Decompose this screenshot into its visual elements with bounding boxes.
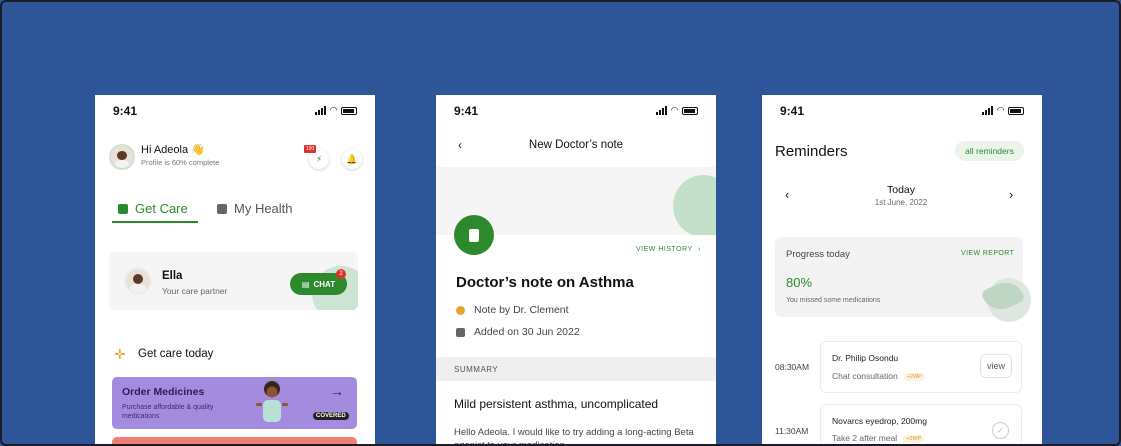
order-medicines-title: Order Medicines: [122, 386, 205, 398]
heart-decoration: [673, 175, 716, 235]
signal-icon: [656, 106, 668, 115]
care-partner-name: Ella: [162, 270, 183, 282]
clipboard-icon: [454, 215, 494, 255]
date-subtitle: 1st June, 2022: [874, 198, 928, 207]
chevron-right-icon: ›: [698, 246, 701, 253]
reminder-subtitle: Take 2 after meal: [832, 433, 898, 443]
medicine-jar-icon: [118, 203, 128, 214]
diagnosis: Mild persistent asthma, uncomplicated: [454, 397, 659, 411]
summary-section-header: SUMMARY: [436, 357, 716, 381]
order-medicines-card[interactable]: Order Medicines Purchase affordable & qu…: [112, 377, 357, 429]
bell-icon: 🔔: [346, 153, 358, 164]
medical-kit-icon: [217, 203, 227, 214]
tab-get-care[interactable]: Get Care: [118, 201, 188, 216]
signal-icon: [315, 106, 327, 115]
signal-icon: [982, 106, 994, 115]
view-reminder-button[interactable]: view: [980, 354, 1012, 378]
section-title: Get care today: [138, 348, 214, 360]
reminder-time: 11:30AM: [775, 426, 809, 436]
status-time: 9:41: [780, 104, 805, 118]
home-screen: 9:41 ◠ Hi Adeola 👋 Profile is 60% comple…: [95, 95, 375, 446]
calendar-icon: [456, 327, 465, 337]
reminder-subtitle: Chat consultation: [832, 371, 898, 381]
tab-my-health[interactable]: My Health: [217, 201, 293, 216]
reminder-title: Novarcs eyedrop, 200mg: [832, 416, 927, 426]
view-history-label: VIEW HISTORY: [636, 246, 693, 253]
view-history-link[interactable]: VIEW HISTORY ›: [636, 246, 701, 253]
doctor-avatar-icon: [456, 305, 465, 315]
status-bar: 9:41 ◠: [780, 104, 1024, 118]
care-partner-avatar: [124, 267, 152, 295]
all-reminders-button[interactable]: all reminders: [955, 141, 1024, 161]
reminder-card[interactable]: Novarcs eyedrop, 200mg Take 2 after meal…: [820, 404, 1022, 446]
reminders-screen: 9:41 ◠ Reminders all reminders ‹ Today 1…: [762, 95, 1042, 446]
view-report-link[interactable]: VIEW REPORT: [961, 250, 1014, 257]
note-author: Note by Dr. Clement: [474, 304, 569, 316]
battery-icon: [341, 106, 357, 115]
next-day-chevron-icon[interactable]: ›: [1009, 187, 1013, 202]
notification-count-badge: 100: [304, 145, 316, 153]
chat-bubble-icon: ▤: [301, 279, 310, 289]
check-icon[interactable]: ✓: [992, 422, 1009, 439]
note-date-row: Added on 30 Jun 2022: [456, 326, 580, 338]
date-title: Today: [886, 184, 916, 196]
battery-icon: [682, 106, 698, 115]
tab-get-care-label: Get Care: [135, 201, 188, 216]
care-partner-role: Your care partner: [162, 286, 228, 296]
progress-label: Progress today: [786, 249, 850, 260]
reminder-subtitle-row: Take 2 after meal +2WP: [832, 433, 925, 443]
pharmacist-illustration: [256, 381, 288, 422]
order-medicines-subtitle: Purchase affordable & quality medication…: [122, 404, 214, 420]
header-title: New Doctor’s note: [528, 139, 624, 151]
tab-my-health-label: My Health: [234, 201, 293, 216]
wifi-icon: ◠: [997, 105, 1004, 115]
progress-value: 80%: [786, 275, 813, 290]
wifi-icon: ◠: [330, 105, 337, 115]
note-body: Hello Adeola. I would like to try adding…: [454, 427, 694, 446]
active-tab-indicator: [112, 221, 198, 223]
doctors-note-screen: 9:41 ◠ ‹ New Doctor’s note VIEW HISTORY …: [436, 95, 716, 446]
greeting: Hi Adeola 👋: [141, 144, 205, 156]
reminder-tag: +2WP: [903, 372, 925, 381]
status-bar: 9:41 ◠: [454, 104, 698, 118]
reminder-title: Dr. Philip Osondu: [832, 353, 899, 363]
summary-label: SUMMARY: [454, 365, 499, 374]
leaf-icon: ⚡: [315, 153, 323, 164]
reminder-time: 08:30AM: [775, 362, 810, 372]
battery-icon: [1008, 106, 1024, 115]
notifications-button[interactable]: 🔔: [342, 149, 362, 169]
chat-unread-badge: 2: [336, 269, 346, 279]
note-title: Doctor’s note on Asthma: [456, 274, 634, 291]
note-date: Added on 30 Jun 2022: [474, 326, 580, 338]
status-bar: 9:41 ◠: [113, 104, 357, 118]
sparkle-icon: ✛: [114, 346, 126, 362]
arrow-right-icon: →: [330, 383, 344, 399]
user-avatar[interactable]: [109, 144, 135, 170]
status-time: 9:41: [454, 104, 479, 118]
covered-badge: COVERED: [313, 412, 349, 420]
reminder-subtitle-row: Chat consultation +2WP: [832, 371, 925, 381]
status-time: 9:41: [113, 104, 138, 118]
reminder-tag: +2WP: [903, 434, 925, 443]
next-service-card[interactable]: [112, 437, 357, 446]
chat-button-label: CHAT: [313, 279, 336, 289]
profile-progress: Profile is 60% complete: [141, 158, 220, 167]
progress-card: Progress today VIEW REPORT 80% You misse…: [775, 237, 1023, 317]
progress-note: You missed some medications: [786, 297, 881, 304]
note-author-row: Note by Dr. Clement: [456, 304, 569, 316]
page-title: Reminders: [775, 143, 848, 160]
wifi-icon: ◠: [671, 105, 678, 115]
